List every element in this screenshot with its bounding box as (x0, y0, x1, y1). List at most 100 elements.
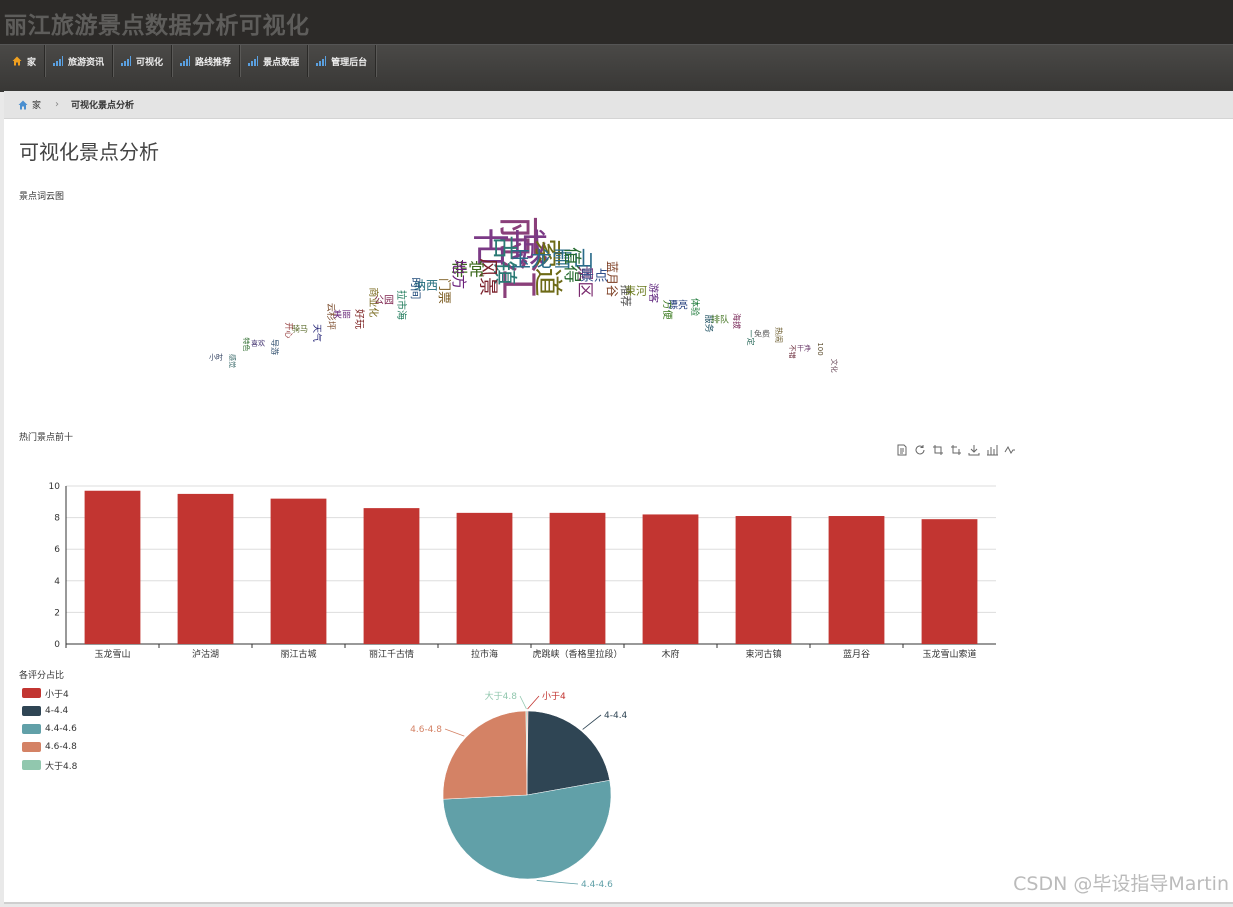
nav-item-spot-data[interactable]: 景点数据 (240, 45, 309, 77)
x-tick-label: 丽江千古情 (369, 648, 414, 660)
wordcloud-word: 蓝月谷 (605, 261, 619, 297)
breadcrumb-home-link[interactable]: 家 (32, 98, 41, 111)
pie-label-line (582, 714, 602, 730)
signal-icon (180, 56, 191, 66)
legend-item[interactable]: 4-4.4 (22, 702, 77, 720)
bar[interactable] (735, 516, 792, 644)
chevron-right-icon: › (55, 99, 60, 110)
nav-item-visualization[interactable]: 可视化 (113, 45, 173, 77)
bar[interactable] (177, 493, 234, 644)
pie-slice-label: 4-4.4 (604, 711, 628, 721)
pie-slice-label: 小于4 (542, 691, 566, 702)
bar[interactable] (84, 490, 141, 644)
legend-label: 4.6-4.8 (45, 742, 77, 752)
x-tick-label: 丽江古城 (280, 648, 316, 660)
y-tick-label: 8 (54, 514, 60, 524)
wordcloud-label: 景点词云图 (19, 192, 65, 202)
site-title: 丽江旅游景点数据分析可视化 (4, 13, 310, 39)
legend-swatch (22, 724, 41, 734)
bar-type-icon[interactable] (986, 444, 998, 456)
wordcloud-word: 好玩 (353, 309, 365, 329)
y-tick-label: 2 (54, 608, 60, 618)
x-tick-label: 玉龙雪山索道 (922, 648, 976, 660)
home-icon (12, 56, 22, 66)
breadcrumb-current: 可视化景点分析 (71, 101, 135, 111)
nav-item-news[interactable]: 旅游资讯 (45, 45, 114, 77)
legend-item[interactable]: 大于4.8 (22, 756, 77, 774)
page-title: 可视化景点分析 (19, 140, 159, 164)
wordcloud-word: 海拔 (732, 313, 742, 329)
wordcloud-word: 喜欢 (251, 339, 265, 348)
bar[interactable] (921, 519, 978, 644)
wordcloud-word: 时间 (409, 277, 422, 299)
x-tick-label: 拉市海 (471, 648, 498, 660)
wordcloud-word: 束河 (625, 284, 647, 297)
wordcloud-word: 排队 (711, 313, 729, 325)
legend-item[interactable]: 4.4-4.6 (22, 720, 77, 738)
nav-item-admin[interactable]: 管理后台 (308, 45, 377, 77)
wordcloud-word: 门票 (436, 278, 451, 304)
main-navbar: 家 旅游资讯 可视化 路线推荐 景点数据 管理后台 (0, 44, 1233, 92)
x-tick-label: 虎跳峡（香格里拉段） (532, 648, 622, 660)
chart-toolbox (896, 444, 1016, 456)
legend-swatch (22, 742, 41, 752)
pie-slice-label: 4.6-4.8 (410, 725, 442, 735)
legend-item[interactable]: 4.6-4.8 (22, 738, 77, 756)
wordcloud-word: 云杉坪 (325, 303, 337, 330)
wordcloud-chart: 丽江古城索道古镇玉龙雪山风景 值得非常 景区地方 景点门票 蓝月谷纳西 推荐时间 束河拉市海… (209, 216, 839, 373)
signal-icon (53, 56, 64, 66)
wordcloud-word: 天气 (311, 324, 323, 342)
pie-label-line (536, 880, 579, 885)
watermark: CSDN @毕设指导Martin (1013, 873, 1229, 895)
y-tick-label: 10 (49, 482, 61, 492)
wordcloud-word: 体验 (689, 298, 701, 316)
x-tick-label: 蓝月谷 (843, 648, 870, 660)
nav-item-label: 景点数据 (263, 57, 300, 68)
restore-icon[interactable] (914, 444, 926, 456)
line-type-icon[interactable] (1004, 444, 1016, 456)
pie-slice[interactable] (442, 710, 528, 800)
legend-label: 小于4 (45, 689, 69, 700)
bar-chart: 0 2 4 6 8 10 玉龙雪山 泸沽湖 丽江古城 丽江千古情 拉市海 虎跳峡（香格里拉段） 木府 束河… (49, 482, 996, 660)
x-tick-label: 木府 (661, 648, 679, 660)
legend-label: 4-4.4 (45, 706, 69, 716)
signal-icon (121, 56, 132, 66)
save-image-icon[interactable] (968, 444, 980, 456)
bar[interactable] (456, 512, 513, 644)
pie-chart-label: 各评分占比 (19, 671, 65, 681)
bar[interactable] (549, 512, 606, 644)
data-view-icon[interactable] (896, 444, 908, 456)
wordcloud-word: 文化 (830, 359, 839, 373)
nav-item-home[interactable]: 家 (4, 45, 46, 77)
zoom-reset-icon[interactable] (950, 444, 962, 456)
bar[interactable] (828, 516, 885, 644)
wordcloud-word: 干净 (797, 343, 811, 352)
pie-slice-label: 4.4-4.6 (581, 880, 613, 890)
zoom-icon[interactable] (932, 444, 944, 456)
legend-label: 大于4.8 (45, 761, 78, 772)
legend-item[interactable]: 小于4 (22, 684, 77, 702)
wordcloud-word: 拉市海 (395, 290, 408, 320)
pie-label-line (527, 695, 540, 710)
wordcloud-word: 导游 (270, 339, 280, 355)
y-tick-label: 6 (54, 545, 60, 555)
wordcloud-word: 开心 (284, 322, 293, 338)
wordcloud-word: 热闹 (774, 327, 784, 343)
pie-chart: 小于4 4-4.4 4.4-4.6 4.6-4.8 大于4.8 (410, 690, 628, 890)
legend-label: 4.4-4.6 (45, 724, 77, 734)
signal-icon (248, 56, 259, 66)
nav-item-route-recommendation[interactable]: 路线推荐 (172, 45, 241, 77)
nav-list: 家 旅游资讯 可视化 路线推荐 景点数据 管理后台 (4, 45, 377, 77)
y-tick-label: 0 (54, 640, 60, 650)
legend-swatch (22, 706, 41, 716)
nav-item-label: 可视化 (136, 57, 164, 68)
wordcloud-word: 骑马 (292, 324, 308, 334)
bar[interactable] (363, 508, 420, 644)
x-tick-label: 玉龙雪山 (94, 648, 130, 660)
top-header: 丽江旅游景点数据分析可视化 (0, 0, 1233, 44)
bar[interactable] (270, 498, 327, 644)
bar[interactable] (642, 514, 699, 644)
wordcloud-word: 免费 (754, 328, 770, 338)
y-tick-label: 4 (54, 577, 60, 587)
wordcloud-word: 感觉 (228, 354, 237, 368)
